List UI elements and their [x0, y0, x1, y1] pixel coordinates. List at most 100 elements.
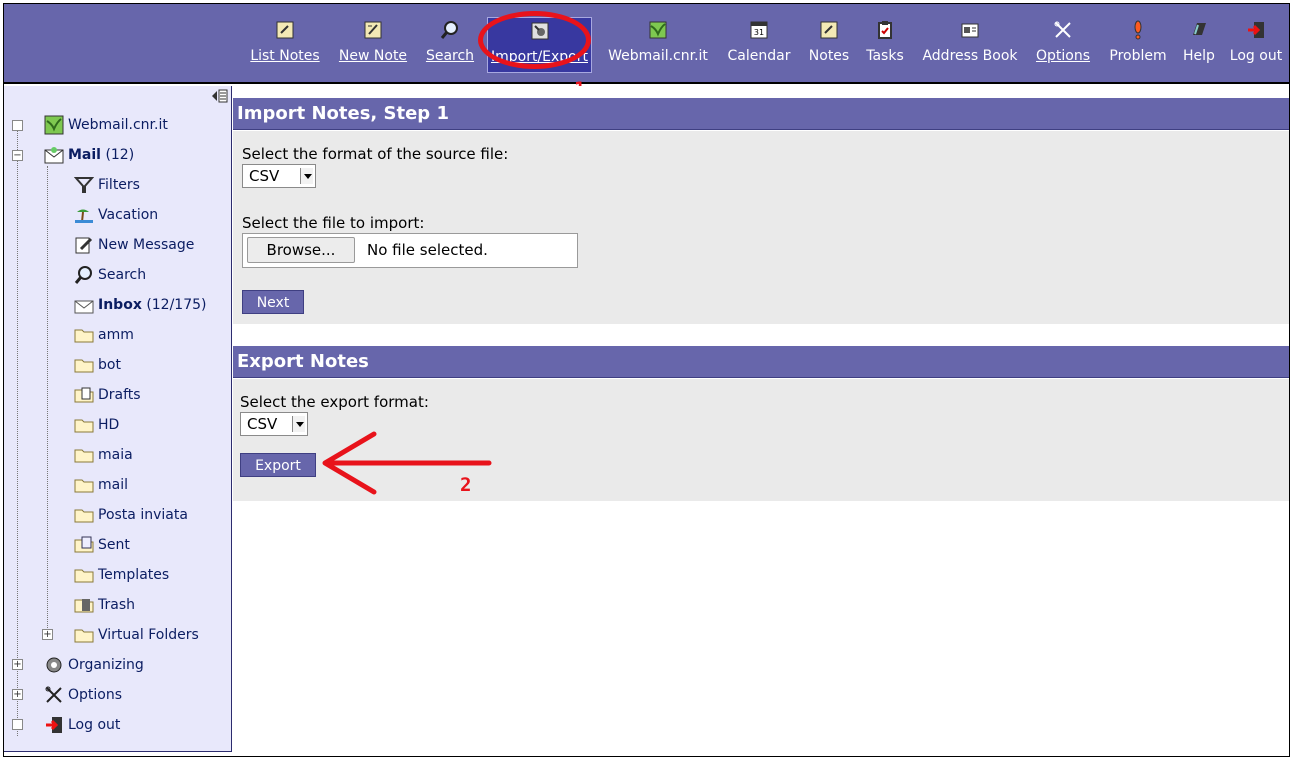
sidebar-item-label: Sent [98, 537, 130, 553]
sidebar-item-logout[interactable]: Log out [44, 714, 120, 736]
tree-connector-root [17, 131, 18, 736]
import-section-body: Select the format of the source file: CS… [233, 131, 1289, 324]
sidebar-folder-bot[interactable]: bot [74, 354, 121, 376]
webmail-icon [649, 21, 667, 39]
expander-organizing[interactable]: + [12, 659, 23, 670]
sidebar-folder-sent[interactable]: Sent [74, 534, 130, 556]
calendar-icon-day: 31 [754, 28, 764, 37]
expander-logout[interactable] [12, 719, 23, 730]
menu-import-export-label: Import/Export [490, 49, 588, 65]
menu-search-label: Search [425, 48, 475, 64]
export-section-title: Export Notes [233, 346, 1289, 378]
sidebar-item-label: Log out [68, 717, 121, 733]
import-export-icon [531, 22, 548, 40]
import-format-value: CSV [249, 167, 280, 185]
sidebar-item-organizing[interactable]: Organizing [44, 654, 144, 676]
next-button[interactable]: Next [242, 290, 304, 314]
sidebar-folder-amm[interactable]: amm [74, 324, 134, 346]
expander-webmail[interactable] [12, 120, 23, 131]
tree-connector [47, 166, 48, 636]
sidebar-item-label: New Message [98, 237, 195, 253]
search-icon [74, 266, 92, 284]
menu-options-label: Options [1035, 48, 1091, 64]
menu-search[interactable]: Search [422, 17, 478, 73]
chevron-down-icon [292, 416, 305, 432]
top-menubar: List Notes New Note Search Import/Export… [4, 4, 1289, 84]
folder-icon [74, 449, 94, 463]
import-format-select[interactable]: CSV [242, 164, 316, 188]
problem-icon [1134, 20, 1142, 40]
sidebar-item-webmail[interactable]: Webmail.cnr.it [44, 114, 168, 136]
expander-mail[interactable]: − [12, 150, 23, 161]
folder-icon [74, 479, 94, 493]
folder-icon [74, 509, 94, 523]
menu-webmail[interactable]: Webmail.cnr.it [602, 17, 714, 73]
sidebar-folder-virtual-folders[interactable]: Virtual Folders [74, 624, 199, 646]
sidebar-item-new-message[interactable]: New Message [74, 234, 194, 256]
new-message-icon [75, 237, 93, 254]
menu-problem[interactable]: Problem [1102, 17, 1174, 73]
sidebar-item-label: Inbox [98, 297, 142, 313]
folder-icon [74, 629, 94, 643]
sidebar-folder-posta-inviata[interactable]: Posta inviata [74, 504, 188, 526]
sidebar-folder-maia[interactable]: maia [74, 444, 133, 466]
export-button[interactable]: Export [240, 453, 316, 477]
sidebar-item-label: Posta inviata [98, 507, 188, 523]
menu-webmail-label: Webmail.cnr.it [608, 48, 708, 64]
expander-virtual-folders[interactable]: + [42, 629, 53, 640]
folder-icon [74, 359, 94, 373]
sent-folder-icon [74, 536, 94, 553]
menu-list-notes[interactable]: List Notes [246, 17, 324, 73]
sidebar-folder-mail[interactable]: mail [74, 474, 128, 496]
import-file-label: Select the file to import: [242, 214, 425, 232]
file-input[interactable]: Browse... No file selected. [242, 233, 578, 268]
logout-icon [46, 717, 62, 733]
menu-tasks[interactable]: Tasks [860, 17, 910, 73]
sidebar-item-inbox[interactable]: Inbox (12/175) [74, 294, 207, 316]
menu-notes-label: Notes [808, 48, 850, 64]
sidebar-item-label: Filters [98, 177, 140, 193]
webmail-icon [44, 115, 64, 135]
sidebar-folder-templates[interactable]: Templates [74, 564, 169, 586]
sidebar-item-options[interactable]: Options [44, 684, 122, 706]
sidebar-item-mail[interactable]: Mail (12) [44, 144, 134, 166]
sidebar-item-label: Drafts [98, 387, 141, 403]
menu-new-note-label: New Note [338, 48, 408, 64]
sidebar-folder-drafts[interactable]: Drafts [74, 384, 141, 406]
help-icon [1193, 23, 1206, 35]
sidebar-item-filters[interactable]: Filters [74, 174, 140, 196]
sidebar-tree: Webmail.cnr.it − Mail (12) Filters Vacat… [4, 86, 232, 752]
drafts-folder-icon [74, 387, 94, 403]
sidebar-item-label: Webmail.cnr.it [68, 117, 168, 133]
sidebar-item-label: amm [98, 327, 134, 343]
vacation-icon [75, 209, 93, 223]
menu-help[interactable]: Help [1178, 17, 1220, 73]
menu-address-book-label: Address Book [922, 48, 1018, 64]
sidebar-item-label: Templates [98, 567, 170, 583]
menu-address-book[interactable]: Address Book [915, 17, 1025, 73]
menu-calendar[interactable]: 31 Calendar [720, 17, 798, 73]
menu-options[interactable]: Options [1031, 17, 1095, 73]
export-format-select[interactable]: CSV [240, 412, 308, 436]
menu-list-notes-label: List Notes [250, 48, 320, 64]
expander-options[interactable]: + [12, 689, 23, 700]
menu-notes[interactable]: Notes [803, 17, 855, 73]
sidebar-item-label: HD [98, 417, 120, 433]
inbox-count: (12/175) [146, 297, 207, 313]
sidebar-item-label: Mail [68, 147, 101, 163]
sidebar-item-search[interactable]: Search [74, 264, 146, 286]
menu-tasks-label: Tasks [866, 48, 904, 64]
sidebar-item-vacation[interactable]: Vacation [74, 204, 158, 226]
main-content: Import Notes, Step 1 Select the format o… [233, 86, 1289, 752]
menu-import-export[interactable]: Import/Export [487, 17, 592, 73]
folder-icon [74, 329, 94, 343]
sidebar-folder-trash[interactable]: Trash [74, 594, 135, 616]
sidebar-folder-hd[interactable]: HD [74, 414, 119, 436]
browse-button[interactable]: Browse... [247, 237, 355, 263]
menu-new-note[interactable]: New Note [334, 17, 412, 73]
sidebar-item-label: maia [98, 447, 133, 463]
menu-log-out[interactable]: Log out [1226, 17, 1286, 73]
collapse-sidebar-icon[interactable] [210, 88, 228, 104]
folder-icon [74, 569, 94, 583]
organizing-icon [46, 657, 62, 673]
